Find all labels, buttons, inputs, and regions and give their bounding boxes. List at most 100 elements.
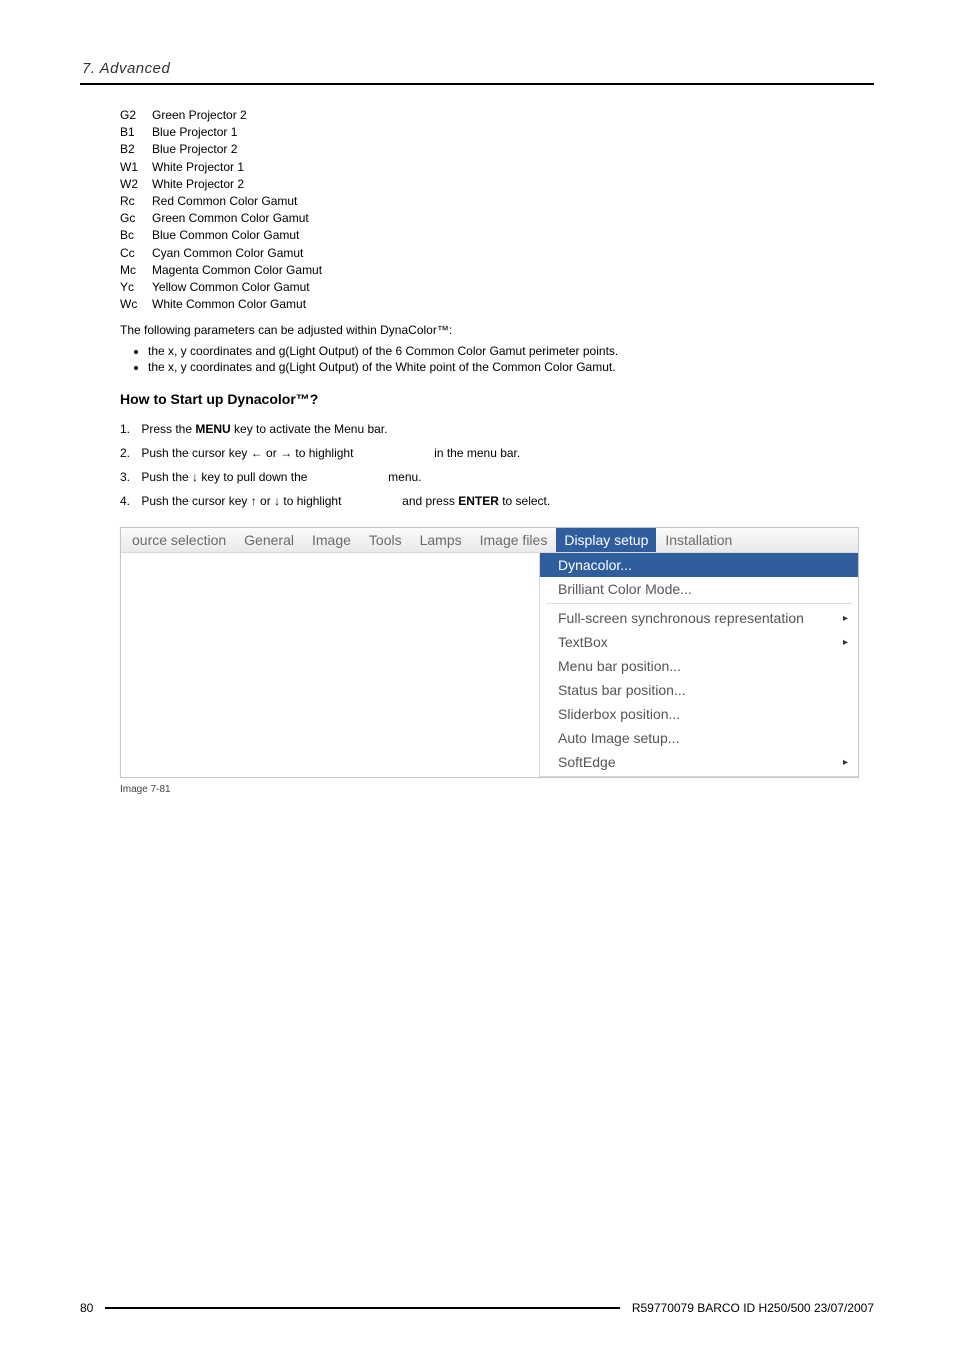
definition-code: B2 <box>120 141 152 158</box>
definition-row: BcBlue Common Color Gamut <box>120 227 326 244</box>
definition-label: Magenta Common Color Gamut <box>152 262 326 279</box>
menu-spacer <box>121 553 539 777</box>
definition-label: Red Common Color Gamut <box>152 193 326 210</box>
image-caption: Image 7-81 <box>120 784 874 795</box>
step-text: Push the ↓ key to pull down the <box>141 470 310 484</box>
step-number: 2. <box>120 446 138 460</box>
menu-item-display-setup[interactable]: Display setup <box>556 528 656 552</box>
definition-label: White Projector 2 <box>152 176 326 193</box>
step-text: Push the cursor key ↑ or ↓ to highlight <box>141 494 344 508</box>
step-number: 3. <box>120 470 138 484</box>
menu-item-image[interactable]: Image <box>303 532 360 548</box>
definition-row: RcRed Common Color Gamut <box>120 193 326 210</box>
menu-item-image-files[interactable]: Image files <box>471 532 557 548</box>
definition-code: Bc <box>120 227 152 244</box>
bullet-item: the x, y coordinates and g(Light Output)… <box>148 359 874 375</box>
page: 7. Advanced G2Green Projector 2B1Blue Pr… <box>0 0 954 1351</box>
doc-id: R59770079 BARCO ID H250/500 23/07/2007 <box>626 1301 874 1315</box>
definition-row: WcWhite Common Color Gamut <box>120 296 326 313</box>
footer-rule <box>105 1307 619 1309</box>
dropdown-item[interactable]: Full-screen synchronous representation▸ <box>540 606 858 630</box>
step-key: MENU <box>195 422 230 436</box>
menu-screenshot: ource selection General Image Tools Lamp… <box>120 527 859 778</box>
dropdown-item-label: Menu bar position... <box>558 658 681 674</box>
definition-row: B1Blue Projector 1 <box>120 124 326 141</box>
definition-code: G2 <box>120 107 152 124</box>
dropdown-item-label: TextBox <box>558 634 608 650</box>
dropdown-separator <box>546 603 852 604</box>
dropdown-item-label: Sliderbox position... <box>558 706 680 722</box>
definition-row: G2Green Projector 2 <box>120 107 326 124</box>
dropdown-item-label: Auto Image setup... <box>558 730 679 746</box>
section-header: 7. Advanced <box>82 60 874 77</box>
dropdown-menu: Dynacolor... Brilliant Color Mode... Full-… <box>539 553 858 777</box>
step-2: 2. Push the cursor key ← or → to highlig… <box>120 441 874 465</box>
chevron-right-icon: ▸ <box>843 757 848 768</box>
dropdown-item-label: Brilliant Color Mode... <box>558 581 692 597</box>
step-1: 1. Press the MENU key to activate the Me… <box>120 417 874 441</box>
step-text: in the menu bar. <box>431 446 520 460</box>
intro-paragraph: The following parameters can be adjusted… <box>120 323 874 337</box>
definition-code: Rc <box>120 193 152 210</box>
step-number: 4. <box>120 494 138 508</box>
step-text: Press the <box>141 422 195 436</box>
step-text: to select. <box>499 494 550 508</box>
dropdown-item-label: Status bar position... <box>558 682 686 698</box>
definition-label: White Common Color Gamut <box>152 296 326 313</box>
step-number: 1. <box>120 422 138 436</box>
step-text: menu. <box>385 470 422 484</box>
definitions-table: G2Green Projector 2B1Blue Projector 1B2B… <box>120 107 326 313</box>
dropdown-item[interactable]: Dynacolor... <box>540 553 858 577</box>
menu-item-tools[interactable]: Tools <box>360 532 411 548</box>
dropdown-item[interactable]: SoftEdge ▸ <box>540 750 858 774</box>
definition-label: Green Common Color Gamut <box>152 210 326 227</box>
step-highlight: Dynacolor <box>345 494 399 508</box>
dropdown-item-label: SoftEdge <box>558 754 616 770</box>
page-footer: 80 R59770079 BARCO ID H250/500 23/07/200… <box>80 1301 874 1315</box>
menu-lower: Dynacolor... Brilliant Color Mode... Full-… <box>121 553 858 777</box>
menu-item-lamps[interactable]: Lamps <box>411 532 471 548</box>
definition-code: Wc <box>120 296 152 313</box>
definition-code: B1 <box>120 124 152 141</box>
definition-label: Blue Projector 2 <box>152 141 326 158</box>
page-number: 80 <box>80 1301 99 1315</box>
definition-label: Cyan Common Color Gamut <box>152 245 326 262</box>
content-block: G2Green Projector 2B1Blue Projector 1B2B… <box>120 107 874 795</box>
dropdown-item[interactable]: TextBox▸ <box>540 630 858 654</box>
definition-row: B2Blue Projector 2 <box>120 141 326 158</box>
menu-item-installation[interactable]: Installation <box>656 532 741 548</box>
definition-label: Blue Projector 1 <box>152 124 326 141</box>
step-highlight: Display Setup <box>357 446 431 460</box>
definition-code: Mc <box>120 262 152 279</box>
dropdown-item[interactable]: Status bar position... <box>540 678 858 702</box>
step-text: Push the cursor key ← or → to highlight <box>141 446 356 460</box>
definition-code: W2 <box>120 176 152 193</box>
step-highlight: Display Setup <box>311 470 385 484</box>
dropdown-item[interactable]: Menu bar position... <box>540 654 858 678</box>
definition-row: YcYellow Common Color Gamut <box>120 279 326 296</box>
dropdown-item-label: Dynacolor... <box>558 557 632 573</box>
definition-row: CcCyan Common Color Gamut <box>120 245 326 262</box>
definition-code: Cc <box>120 245 152 262</box>
step-3: 3. Push the ↓ key to pull down the Displ… <box>120 465 874 489</box>
definition-label: Blue Common Color Gamut <box>152 227 326 244</box>
dropdown-item[interactable]: Sliderbox position... <box>540 702 858 726</box>
definition-code: Yc <box>120 279 152 296</box>
step-4: 4. Push the cursor key ↑ or ↓ to highlig… <box>120 489 874 513</box>
dropdown-item[interactable]: Auto Image setup... <box>540 726 858 750</box>
bullet-list: the x, y coordinates and g(Light Output)… <box>120 343 874 375</box>
definition-row: W1White Projector 1 <box>120 159 326 176</box>
step-text: and press <box>399 494 458 508</box>
chevron-right-icon: ▸ <box>843 613 848 624</box>
dropdown-item[interactable]: Brilliant Color Mode... <box>540 577 858 601</box>
menu-item-source[interactable]: ource selection <box>123 532 235 548</box>
bullet-item: the x, y coordinates and g(Light Output)… <box>148 343 874 359</box>
definition-code: Gc <box>120 210 152 227</box>
step-text: key to activate the Menu bar. <box>231 422 388 436</box>
menu-bar: ource selection General Image Tools Lamp… <box>121 528 858 553</box>
definition-row: W2White Projector 2 <box>120 176 326 193</box>
definition-code: W1 <box>120 159 152 176</box>
definition-row: GcGreen Common Color Gamut <box>120 210 326 227</box>
menu-item-general[interactable]: General <box>235 532 303 548</box>
definition-label: Yellow Common Color Gamut <box>152 279 326 296</box>
